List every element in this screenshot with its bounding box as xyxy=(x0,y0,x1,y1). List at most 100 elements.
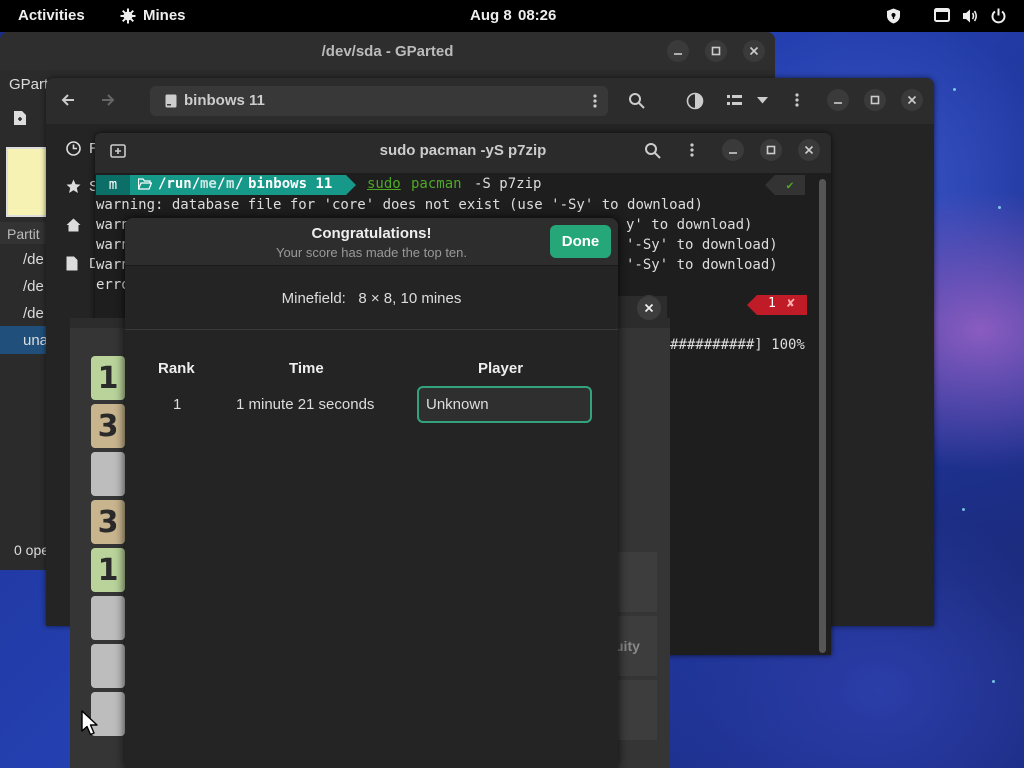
partition-row-label: una xyxy=(23,332,49,349)
partition-row[interactable]: /de xyxy=(23,251,44,268)
score-rank: 1 xyxy=(173,396,182,413)
dialog-title: Congratulations! xyxy=(311,225,432,242)
files-close-button[interactable] xyxy=(901,89,923,111)
mine-count-tile[interactable]: 1 xyxy=(91,548,125,592)
search-icon[interactable] xyxy=(628,92,645,109)
error-count: 1 xyxy=(768,296,776,311)
view-list-icon[interactable] xyxy=(727,94,742,107)
mine-count-tile[interactable]: 3 xyxy=(91,404,125,448)
scores-dialog[interactable]: Congratulations! Your score has made the… xyxy=(125,218,618,768)
error-badge: 1 ✘ xyxy=(757,295,807,315)
view-dropdown-icon[interactable] xyxy=(757,97,768,104)
files-minimize-button[interactable] xyxy=(827,89,849,111)
back-arrow-icon[interactable] xyxy=(60,92,76,108)
partition-row[interactable]: /de xyxy=(23,305,44,322)
scores-dialog-header[interactable]: Congratulations! Your score has made the… xyxy=(125,218,618,266)
path-menu-icon[interactable] xyxy=(593,93,597,109)
terminal-headerbar[interactable]: sudo pacman -yS p7zip xyxy=(95,133,831,173)
new-partition-icon[interactable] xyxy=(13,110,27,126)
activities-button[interactable]: Activities xyxy=(18,7,85,24)
files-headerbar[interactable]: binbows 11 xyxy=(46,78,934,124)
drive-icon xyxy=(165,94,177,108)
terminal-scrollbar[interactable] xyxy=(819,179,826,653)
gparted-status: 0 ope xyxy=(14,542,50,558)
documents-icon[interactable] xyxy=(66,256,78,271)
player-name-input[interactable] xyxy=(417,386,592,423)
status-ok-badge: ✔ xyxy=(775,175,805,195)
prompt-arrow-icon xyxy=(346,175,356,195)
command-args: -S p7zip xyxy=(474,176,542,192)
mines-close-icon[interactable] xyxy=(637,296,661,320)
privacy-shield-icon[interactable] xyxy=(886,8,901,24)
prompt-path-me: me xyxy=(200,176,217,192)
done-button[interactable]: Done xyxy=(550,225,611,258)
divider xyxy=(125,329,618,330)
terminal-line-tail: y' to download) xyxy=(626,217,753,233)
power-icon[interactable] xyxy=(991,8,1006,24)
partition-row-selected[interactable]: una xyxy=(0,326,49,354)
starred-icon[interactable] xyxy=(66,179,81,194)
mine-count-tile[interactable]: 1 xyxy=(91,356,125,400)
terminal-search-icon[interactable] xyxy=(644,142,661,159)
mines-side-panel[interactable] xyxy=(615,552,657,612)
mines-app-icon xyxy=(120,8,136,24)
top-bar: Activities Mines Aug 8 08:26 xyxy=(0,0,1024,32)
mines-side-label: uity xyxy=(615,638,640,654)
wallpaper-star xyxy=(953,88,956,91)
app-menu-button[interactable]: Mines xyxy=(143,7,186,24)
terminal-title: sudo pacman -yS p7zip xyxy=(379,142,547,159)
gparted-maximize-button[interactable] xyxy=(705,40,727,62)
status-ok-arrow-icon xyxy=(765,175,775,195)
contrast-icon[interactable] xyxy=(686,92,704,110)
command-sudo: sudo xyxy=(367,176,401,192)
minefield-info: Minefield: 8 × 8, 10 mines xyxy=(125,290,618,307)
partition-row[interactable]: /de xyxy=(23,278,44,295)
prompt-path-sep: / xyxy=(235,176,244,192)
gparted-close-button[interactable] xyxy=(743,40,765,62)
terminal-line-tail: '-Sy' to download) xyxy=(626,257,778,273)
progress-line: ##########] 100% xyxy=(670,337,805,353)
terminal-close-button[interactable] xyxy=(798,139,820,161)
unrevealed-tile[interactable] xyxy=(91,596,125,640)
unrevealed-tile[interactable] xyxy=(91,452,125,496)
gparted-titlebar[interactable]: /dev/sda - GParted xyxy=(0,32,775,70)
prompt-path-m: m xyxy=(226,176,235,192)
terminal-maximize-button[interactable] xyxy=(760,139,782,161)
terminal-minimize-button[interactable] xyxy=(722,139,744,161)
files-maximize-button[interactable] xyxy=(864,89,886,111)
screen-icon[interactable] xyxy=(934,8,950,23)
clock-time[interactable]: 08:26 xyxy=(518,7,556,24)
prompt-path-sep: / xyxy=(217,176,226,192)
prompt-path-dir: binbows 11 xyxy=(248,176,333,192)
volume-icon[interactable] xyxy=(962,8,979,24)
forward-arrow-icon[interactable] xyxy=(100,92,116,108)
gparted-minimize-button[interactable] xyxy=(667,40,689,62)
wallpaper-star xyxy=(962,508,965,511)
disk-graphic[interactable] xyxy=(6,147,50,217)
column-header-player: Player xyxy=(478,360,524,377)
path-bar[interactable]: binbows 11 xyxy=(150,86,608,116)
terminal-line-tail: '-Sy' to download) xyxy=(626,237,778,253)
wallpaper-star xyxy=(992,680,995,683)
gparted-title: /dev/sda - GParted xyxy=(321,43,454,60)
terminal-line: warning: database file for 'core' does n… xyxy=(96,197,703,213)
prompt-path-root: /run/ xyxy=(158,176,201,192)
mine-count-tile[interactable]: 3 xyxy=(91,500,125,544)
terminal-menu-icon[interactable] xyxy=(690,142,694,158)
wallpaper-star xyxy=(998,206,1001,209)
partition-column-header[interactable]: Partit xyxy=(0,222,46,244)
unrevealed-tile[interactable] xyxy=(91,644,125,688)
column-header-rank: Rank xyxy=(158,360,195,377)
command-pacman: pacman xyxy=(411,176,462,192)
error-arrow-icon xyxy=(747,295,757,315)
recent-icon[interactable] xyxy=(66,141,81,156)
home-icon[interactable] xyxy=(66,218,81,232)
gparted-menu-label[interactable]: GPart xyxy=(9,76,48,93)
folder-open-icon xyxy=(138,178,152,190)
files-menu-icon[interactable] xyxy=(795,92,799,108)
mines-side-panel[interactable] xyxy=(615,680,657,740)
score-time: 1 minute 21 seconds xyxy=(236,396,375,413)
clock-date[interactable]: Aug 8 xyxy=(470,7,512,24)
mines-side-panel[interactable]: uity xyxy=(615,616,657,676)
minefield-label: Minefield: xyxy=(281,290,346,307)
